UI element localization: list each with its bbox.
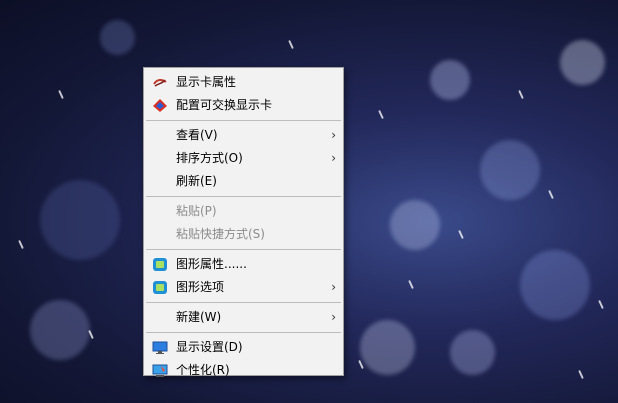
menu-item-paste: 粘贴(P) xyxy=(144,200,343,223)
intel-graphics-icon xyxy=(153,281,167,294)
bokeh-light xyxy=(480,140,540,200)
menu-item-personalize[interactable]: 个性化(R) xyxy=(144,359,343,382)
snowflake xyxy=(18,239,24,250)
menu-item-graphics-card-properties[interactable]: 显示卡属性 xyxy=(144,71,343,94)
menu-item-display-settings[interactable]: 显示设置(D) xyxy=(144,336,343,359)
menu-item-label: 图形选项 xyxy=(176,280,225,294)
menu-item-label: 配置可交换显示卡 xyxy=(176,98,273,112)
snowflake xyxy=(458,229,464,240)
bokeh-light xyxy=(360,320,415,375)
chevron-right-icon: › xyxy=(331,151,336,165)
menu-item-label: 新建(W) xyxy=(176,310,222,324)
display-settings-icon xyxy=(152,341,168,354)
menu-item-label: 查看(V) xyxy=(176,128,218,142)
snowflake xyxy=(598,299,604,310)
snowflake xyxy=(58,89,64,100)
menu-item-switchable-graphics[interactable]: 配置可交换显示卡 xyxy=(144,94,343,117)
bokeh-light xyxy=(560,40,605,85)
menu-item-label: 显示设置(D) xyxy=(176,340,243,354)
snowflake xyxy=(288,39,294,50)
menu-separator xyxy=(146,302,341,303)
chevron-right-icon: › xyxy=(331,280,336,294)
menu-item-label: 刷新(E) xyxy=(176,174,217,188)
menu-item-label: 图形属性...... xyxy=(176,257,247,271)
menu-item-label: 粘贴快捷方式(S) xyxy=(176,227,265,241)
menu-item-graphics-options[interactable]: 图形选项 › xyxy=(144,276,343,299)
snowflake xyxy=(578,369,584,380)
snowflake xyxy=(518,89,524,100)
desktop-context-menu: 显示卡属性 配置可交换显示卡 查看(V) › 排序方式(O) › 刷新(E) 粘… xyxy=(143,67,344,377)
menu-item-label: 个性化(R) xyxy=(176,363,230,377)
intel-graphics-icon xyxy=(153,258,167,271)
menu-separator xyxy=(146,249,341,250)
chevron-right-icon: › xyxy=(331,310,336,324)
menu-separator xyxy=(146,332,341,333)
chevron-right-icon: › xyxy=(331,128,336,142)
snowflake xyxy=(88,329,94,340)
menu-separator xyxy=(146,196,341,197)
bokeh-light xyxy=(30,300,90,360)
menu-item-refresh[interactable]: 刷新(E) xyxy=(144,170,343,193)
menu-item-paste-shortcut: 粘贴快捷方式(S) xyxy=(144,223,343,246)
menu-item-label: 排序方式(O) xyxy=(176,151,243,165)
menu-item-graphics-properties[interactable]: 图形属性...... xyxy=(144,253,343,276)
nvidia-swirl-icon xyxy=(153,78,167,87)
menu-item-sort-by[interactable]: 排序方式(O) › xyxy=(144,147,343,170)
snowflake xyxy=(408,279,414,290)
amd-radeon-icon xyxy=(153,99,167,112)
snowflake xyxy=(548,189,554,200)
bokeh-light xyxy=(40,180,120,260)
menu-item-label: 显示卡属性 xyxy=(176,75,237,89)
menu-separator xyxy=(146,120,341,121)
menu-item-view[interactable]: 查看(V) › xyxy=(144,124,343,147)
bokeh-light xyxy=(390,200,440,250)
menu-item-label: 粘贴(P) xyxy=(176,204,217,218)
snowflake xyxy=(378,109,384,120)
bokeh-light xyxy=(430,60,470,100)
bokeh-light xyxy=(520,250,590,320)
menu-item-new[interactable]: 新建(W) › xyxy=(144,306,343,329)
bokeh-light xyxy=(450,330,495,375)
bokeh-light xyxy=(100,20,135,55)
personalize-icon xyxy=(152,364,168,377)
